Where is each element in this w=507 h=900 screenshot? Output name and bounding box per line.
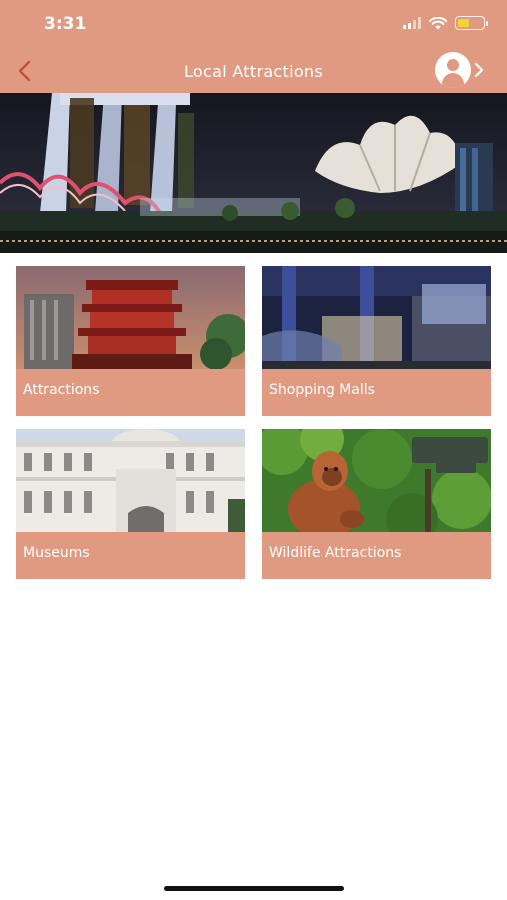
wildlife-attractions-photo — [262, 429, 491, 532]
signal-icon — [403, 17, 421, 29]
status-time: 3:31 — [44, 14, 87, 34]
category-label: Attractions — [23, 382, 100, 398]
wifi-icon — [429, 16, 447, 29]
battery-icon — [455, 16, 488, 30]
museums-photo — [16, 429, 245, 532]
chevron-right-icon — [474, 62, 484, 78]
attractions-photo — [16, 266, 245, 369]
category-card-wildlife-attractions[interactable]: Wildlife Attractions — [262, 429, 491, 579]
category-label: Wildlife Attractions — [269, 545, 402, 561]
page-title: Local Attractions — [183, 62, 324, 81]
status-icons — [403, 16, 488, 30]
hero-banner-image — [0, 93, 507, 253]
app-header: 3:31 Local Attractions — [0, 0, 507, 93]
avatar-icon — [435, 52, 471, 88]
profile-button[interactable] — [435, 52, 485, 88]
category-label: Shopping Malls — [269, 382, 375, 398]
category-card-museums[interactable]: Museums — [16, 429, 245, 579]
category-card-attractions[interactable]: Attractions — [16, 266, 245, 416]
category-card-shopping-malls[interactable]: Shopping Malls — [262, 266, 491, 416]
shopping-malls-photo — [262, 266, 491, 369]
home-indicator[interactable] — [164, 886, 344, 891]
category-label: Museums — [23, 545, 90, 561]
